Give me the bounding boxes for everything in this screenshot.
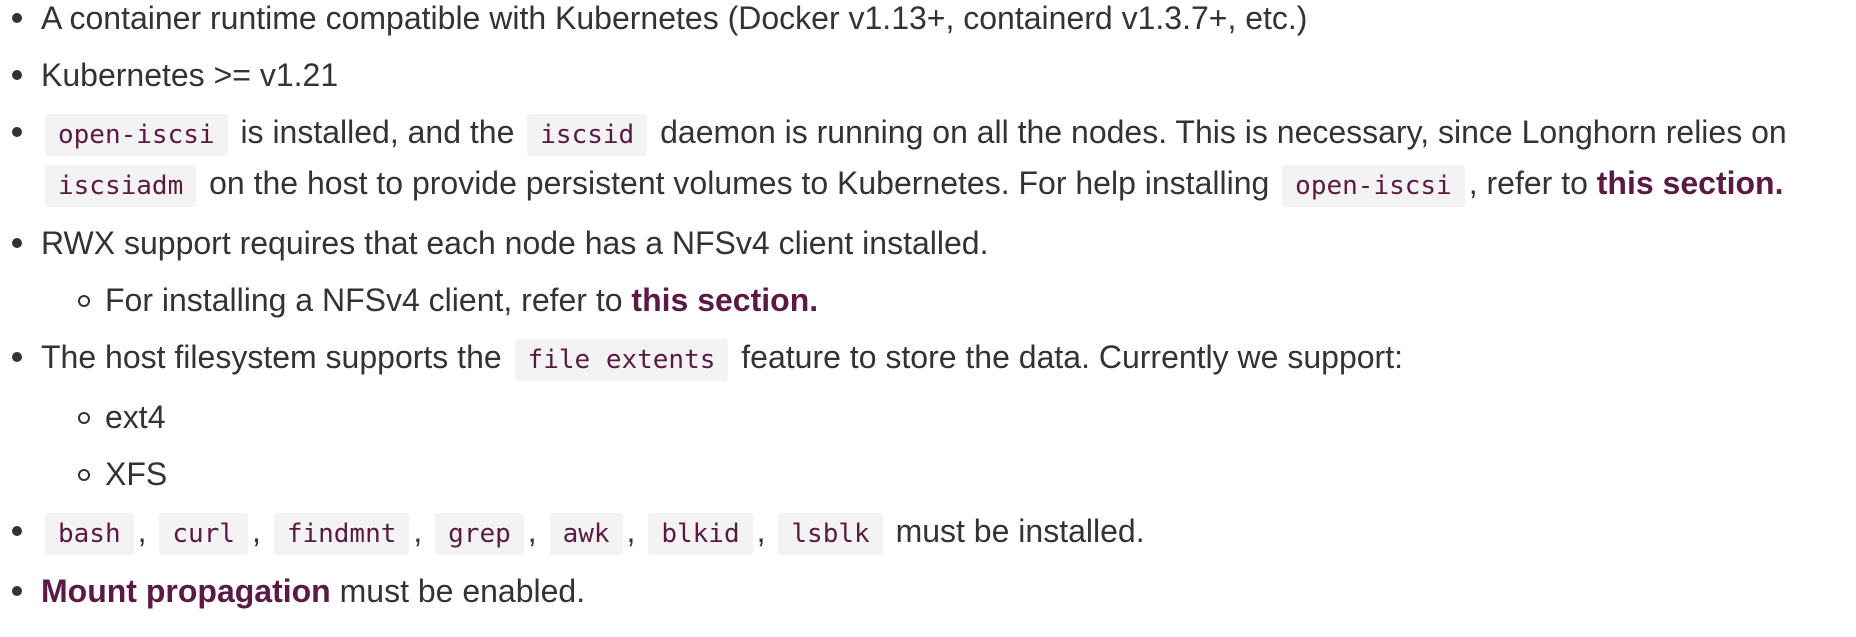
item-text: For installing a NFSv4 client, refer to — [105, 282, 632, 318]
requirements-section: A container runtime compatible with Kube… — [0, 0, 1856, 624]
bullet-dot — [12, 352, 22, 362]
code-open-iscsi: open-iscsi — [1282, 165, 1465, 207]
list-item-file-extents: The host filesystem supports the file ex… — [0, 333, 1856, 498]
list-item-kubernetes-version: Kubernetes >= v1.21 — [0, 51, 1856, 99]
list-item-open-iscsi: open-iscsi is installed, and the iscsid … — [0, 108, 1856, 210]
item-text: Kubernetes >= v1.21 — [41, 57, 339, 93]
separator: , — [626, 513, 636, 549]
code-iscsiadm: iscsiadm — [45, 165, 197, 207]
list-item-rwx-support: RWX support requires that each node has … — [0, 219, 1856, 324]
item-text: on the host to provide persistent volume… — [200, 165, 1279, 201]
code-bash: bash — [45, 513, 134, 555]
item-text: must be enabled. — [330, 573, 586, 609]
separator: , — [252, 513, 261, 549]
code-blkid: blkid — [648, 513, 753, 555]
sub-item-xfs: XFS — [41, 450, 1856, 498]
separator: , — [756, 513, 766, 549]
item-text: must be installed. — [886, 513, 1145, 549]
item-text: The host filesystem supports the — [41, 339, 511, 375]
item-text: , refer to — [1468, 165, 1597, 201]
mount-propagation-link[interactable]: Mount propagation — [41, 573, 331, 609]
requirements-list: A container runtime compatible with Kube… — [0, 0, 1856, 615]
bullet-dot — [12, 127, 22, 137]
code-iscsid: iscsid — [527, 114, 648, 156]
code-lsblk: lsblk — [778, 513, 883, 555]
code-curl: curl — [159, 513, 249, 555]
this-section-link[interactable]: this section. — [631, 282, 818, 318]
bullet-dot — [12, 526, 22, 536]
item-text: RWX support requires that each node has … — [41, 225, 989, 261]
bullet-dot — [12, 238, 22, 248]
sub-list: For installing a NFSv4 client, refer to … — [41, 276, 1856, 324]
code-open-iscsi: open-iscsi — [45, 114, 228, 156]
sub-list: ext4 XFS — [41, 393, 1856, 498]
bullet-dot — [12, 70, 22, 80]
bullet-circle — [78, 295, 90, 307]
bullet-dot — [12, 13, 22, 23]
item-text: is installed, and the — [231, 114, 524, 150]
list-item-required-tools: bash, curl, findmnt, grep, awk, blkid, l… — [0, 507, 1856, 558]
this-section-link[interactable]: this section. — [1597, 165, 1784, 201]
item-text: XFS — [105, 456, 168, 492]
item-text: A container runtime compatible with Kube… — [41, 0, 1308, 36]
bullet-dot — [12, 586, 22, 596]
sub-item-ext4: ext4 — [41, 393, 1856, 441]
code-findmnt: findmnt — [273, 513, 410, 555]
bullet-circle — [78, 412, 90, 424]
bullet-circle — [78, 469, 90, 481]
separator: , — [137, 513, 147, 549]
item-text: ext4 — [105, 399, 166, 435]
list-item-mount-propagation: Mount propagation must be enabled. — [0, 567, 1856, 615]
code-grep: grep — [435, 513, 524, 555]
code-file-extents: file extents — [514, 339, 729, 381]
item-text: daemon is running on all the nodes. This… — [651, 114, 1787, 150]
sub-item-nfsv4-client: For installing a NFSv4 client, refer to … — [41, 276, 1856, 324]
list-item-container-runtime: A container runtime compatible with Kube… — [0, 0, 1856, 42]
code-awk: awk — [549, 513, 623, 555]
item-text: feature to store the data. Currently we … — [732, 339, 1403, 375]
separator: , — [413, 513, 423, 549]
separator: , — [527, 513, 537, 549]
